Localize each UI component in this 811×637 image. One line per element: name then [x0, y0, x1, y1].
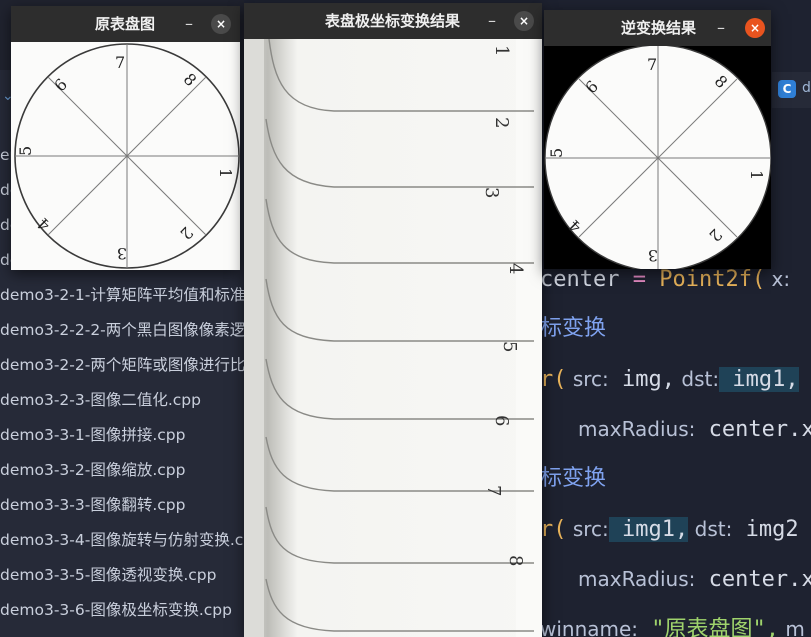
file-item[interactable]: demo3-2-1-计算矩阵平均值和标准	[0, 281, 244, 309]
code-line: r( src: img, dst: img1,	[540, 367, 799, 392]
dial-number: 2	[491, 117, 512, 128]
code-line: winname: "原表盘图", m	[540, 617, 805, 637]
dial-number: 7	[483, 485, 504, 496]
titlebar[interactable]: 原表盘图 – ×	[11, 6, 240, 42]
file-item[interactable]: demo3-2-2-2-两个黑白图像像素逻	[0, 316, 244, 344]
polar-transform-image: 1 2 3 4 5 6 7 8	[244, 39, 542, 637]
dial-number: 8	[505, 555, 526, 566]
dial-number: 1	[491, 45, 512, 56]
dial-number: 3	[648, 246, 658, 265]
code-comment: 标变换	[540, 466, 607, 491]
dial-number: 5	[16, 146, 35, 156]
dial-number: 7	[115, 53, 125, 72]
c-file-icon: C	[778, 80, 796, 98]
close-button[interactable]: ×	[514, 11, 534, 31]
dial-number: 3	[481, 187, 502, 198]
code-line: maxRadius: center.x	[578, 567, 811, 592]
close-button[interactable]: ×	[211, 14, 231, 34]
dial-number: 5	[547, 148, 566, 158]
file-item[interactable]: demo3-3-6-图像极坐标变换.cpp	[0, 596, 244, 624]
dial-number: 1	[747, 170, 766, 180]
code-line: maxRadius: center.x	[578, 417, 811, 442]
original-dial-window[interactable]: 原表盘图 – × 1 2 3 4 5 6 7 8	[11, 6, 240, 270]
titlebar[interactable]: 表盘极坐标变换结果 – ×	[244, 3, 542, 39]
dial-number: 4	[505, 263, 526, 274]
file-item[interactable]: demo3-3-4-图像旋转与仿射变换.c	[0, 526, 244, 554]
titlebar[interactable]: 逆变换结果 – ×	[544, 10, 771, 46]
inverse-dial-image: 1 2 3 4 5 6 7 8	[544, 46, 771, 269]
polar-transform-window[interactable]: 表盘极坐标变换结果 – × 1 2 3 4 5 6 7 8	[244, 3, 542, 637]
file-item[interactable]: demo3-2-2-两个矩阵或图像进行比	[0, 351, 244, 379]
dial-number: 5	[499, 341, 520, 352]
polar-image: 1 2 3 4 5 6 7 8	[244, 39, 542, 637]
code-comment: 标变换	[540, 316, 607, 341]
dial-number: 6	[491, 415, 512, 426]
minimize-button[interactable]: –	[482, 11, 502, 31]
file-item[interactable]: demo3-3-5-图像透视变换.cpp	[0, 561, 244, 589]
dial-number: 1	[216, 168, 235, 178]
tab-label[interactable]: d	[802, 80, 811, 96]
minimize-button[interactable]: –	[179, 14, 199, 34]
code-line: r( src: img1, dst: img2	[540, 517, 799, 542]
window-title: 表盘极坐标变换结果	[325, 12, 461, 30]
file-item[interactable]: demo3-2-3-图像二值化.cpp	[0, 386, 244, 414]
window-title: 逆变换结果	[621, 19, 697, 37]
original-dial-image: 1 2 3 4 5 6 7 8	[11, 42, 240, 270]
window-title: 原表盘图	[95, 15, 156, 33]
dial-image: 1 2 3 4 5 6 7 8	[11, 42, 240, 270]
minimize-button[interactable]: –	[711, 18, 731, 38]
file-item[interactable]: demo3-3-3-图像翻转.cpp	[0, 491, 244, 519]
close-button[interactable]: ×	[745, 18, 765, 38]
inverse-image: 1 2 3 4 5 6 7 8	[544, 46, 771, 269]
inverse-transform-window[interactable]: 逆变换结果 – × 1 2 3 4 5 6 7 8	[544, 10, 771, 269]
dial-number: 7	[647, 55, 657, 74]
file-item[interactable]: demo3-3-1-图像拼接.cpp	[0, 421, 244, 449]
file-item[interactable]: demo3-3-2-图像缩放.cpp	[0, 456, 244, 484]
dial-number: 3	[117, 244, 127, 263]
